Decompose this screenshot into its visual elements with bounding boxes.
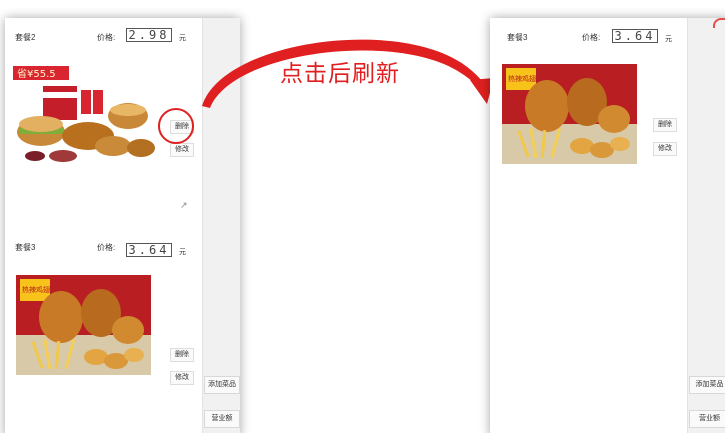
delete-button[interactable]: 删除 — [653, 118, 677, 132]
price-label: 价格: — [582, 33, 601, 42]
spicy-wings-meal-image: 热辣鸡翅 — [502, 64, 637, 164]
screenshot-stage: 套餐2 价格: 2.98 元 省¥55.5 删除 修改 套餐3 价格: 3.64… — [0, 0, 725, 433]
edit-button[interactable]: 修改 — [653, 142, 677, 156]
meal-list: 套餐3 价格: 3.64 元 热辣鸡翅 删除 修改 — [490, 18, 687, 433]
meal-item: 套餐3 价格: 3.64 元 热辣鸡翅 删除 修改 — [490, 18, 687, 218]
add-dish-button[interactable]: 添加菜品 — [689, 376, 725, 394]
price-display: 3.64 — [612, 29, 658, 43]
revenue-button[interactable]: 营业额 — [689, 410, 725, 428]
panel-after-refresh: 套餐3 价格: 3.64 元 热辣鸡翅 删除 修改 添加菜品 营业额 — [490, 18, 725, 433]
unit-label: 元 — [665, 36, 672, 43]
badge-text: 热辣鸡翅 — [508, 74, 536, 83]
corner-arrow-fragment — [713, 18, 725, 28]
side-toolbar: 添加菜品 营业额 — [687, 18, 725, 433]
meal-image: 热辣鸡翅 — [502, 64, 637, 164]
refresh-caption: 点击后刷新 — [280, 61, 400, 87]
meal-name: 套餐3 — [507, 33, 528, 42]
